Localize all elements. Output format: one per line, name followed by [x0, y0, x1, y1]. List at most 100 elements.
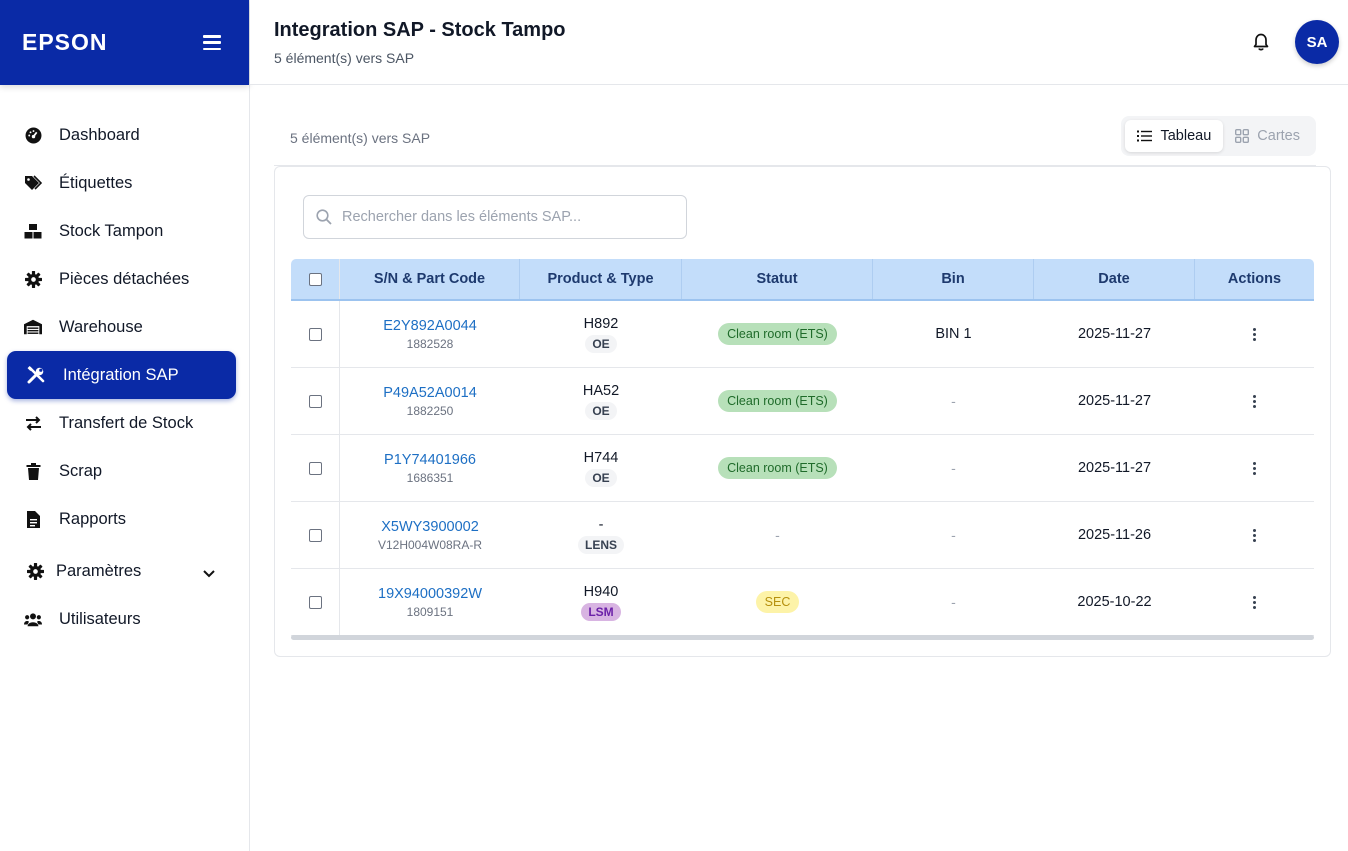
sn-cell: 19X94000392W 1809151: [340, 569, 520, 635]
type-badge: OE: [585, 468, 617, 487]
sidebar-item-label: Warehouse: [59, 317, 143, 336]
status-cell: -: [775, 527, 780, 543]
user-avatar[interactable]: SA: [1295, 20, 1339, 64]
row-checkbox[interactable]: [308, 394, 322, 408]
status-cell: Clean room (ETS): [682, 301, 873, 367]
sidebar-item-integration-sap[interactable]: Intégration SAP: [7, 351, 236, 399]
row-checkbox[interactable]: [308, 461, 322, 475]
gear-icon: [26, 562, 44, 580]
sidebar-item-label: Étiquettes: [59, 173, 133, 192]
table-row: X5WY3900002 V12H004W08RA-R - LENS - - 20…: [291, 502, 1314, 569]
type-badge: OE: [585, 334, 617, 353]
sidebar-item-stock-tampon[interactable]: Stock Tampon: [0, 207, 249, 255]
horizontal-scrollbar[interactable]: [291, 635, 1314, 640]
bin-cell: -: [951, 460, 956, 476]
sap-items-card: S/N & Part Code Product & Type Statut Bi…: [274, 166, 1331, 657]
sidebar-item-label: Stock Tampon: [59, 221, 164, 240]
sidebar-item-label: Paramètres: [56, 561, 142, 580]
serial-number-link[interactable]: P1Y74401966: [384, 452, 476, 468]
bell-icon[interactable]: [1251, 32, 1271, 52]
view-toggle: Tableau Cartes: [1121, 116, 1316, 156]
sidebar-item-parametres[interactable]: Paramètres: [0, 547, 249, 595]
sidebar-item-utilisateurs[interactable]: Utilisateurs: [0, 595, 249, 643]
more-actions-icon[interactable]: [1253, 327, 1256, 341]
sap-table: S/N & Part Code Product & Type Statut Bi…: [291, 259, 1314, 640]
product-cell: HA52 OE: [520, 368, 682, 434]
more-actions-icon[interactable]: [1253, 394, 1256, 408]
sidebar-item-label: Rapports: [59, 509, 126, 528]
row-select-cell: [291, 569, 340, 635]
sidebar-item-warehouse[interactable]: Warehouse: [0, 303, 249, 351]
more-actions-icon[interactable]: [1253, 461, 1256, 475]
sidebar-item-label: Pièces détachées: [59, 269, 190, 288]
sidebar-item-dashboard[interactable]: Dashboard: [0, 111, 249, 159]
warehouse-icon: [24, 318, 42, 336]
sidebar-item-rapports[interactable]: Rapports: [0, 495, 249, 543]
sidebar-nav: Dashboard Étiquettes Stock Tampon Pièces…: [0, 85, 249, 643]
bin-cell: -: [951, 594, 956, 610]
product-name: H744: [583, 449, 619, 466]
product-cell: H744 OE: [520, 435, 682, 501]
item-count: 5 élément(s) vers SAP: [290, 130, 431, 146]
sidebar-item-pieces-detachees[interactable]: Pièces détachées: [0, 255, 249, 303]
part-code: 1882250: [406, 403, 454, 418]
sidebar: EPSON Dashboard Étiquettes Stock Tampon: [0, 0, 250, 851]
status-badge: SEC: [755, 591, 800, 613]
view-cards-label: Cartes: [1257, 128, 1300, 144]
grid-icon: [1235, 129, 1250, 143]
sidebar-item-label: Scrap: [59, 461, 103, 480]
view-table-button[interactable]: Tableau: [1125, 120, 1224, 152]
column-header[interactable]: S/N & Part Code: [340, 259, 520, 299]
part-code: 1686351: [406, 470, 454, 485]
product-cell: H892 OE: [520, 301, 682, 367]
column-header[interactable]: Statut: [682, 259, 873, 299]
status-badge: Clean room (ETS): [718, 457, 837, 479]
serial-number-link[interactable]: E2Y892A0044: [383, 318, 477, 334]
sn-cell: P1Y74401966 1686351: [340, 435, 520, 501]
status-badge: Clean room (ETS): [718, 323, 837, 345]
row-checkbox[interactable]: [308, 595, 322, 609]
status-cell: Clean room (ETS): [682, 435, 873, 501]
column-header[interactable]: Date: [1034, 259, 1195, 299]
more-actions-icon[interactable]: [1253, 595, 1256, 609]
column-header[interactable]: Actions: [1195, 259, 1314, 299]
sn-cell: X5WY3900002 V12H004W08RA-R: [340, 502, 520, 568]
view-table-label: Tableau: [1160, 128, 1212, 144]
list-icon: [1137, 130, 1153, 142]
date-cell: 2025-10-22: [1077, 594, 1152, 610]
sidebar-item-label: Transfert de Stock: [59, 413, 194, 432]
column-header[interactable]: Bin: [873, 259, 1034, 299]
search-input[interactable]: [342, 209, 672, 225]
serial-number-link[interactable]: 19X94000392W: [378, 586, 482, 602]
tags-icon: [24, 174, 42, 192]
document-icon: [24, 510, 42, 528]
actions-cell: [1195, 368, 1314, 434]
dashboard-gauge-icon: [24, 126, 42, 144]
date-cell: 2025-11-26: [1077, 527, 1152, 543]
transfer-arrows-icon: [24, 414, 42, 432]
gear-icon: [24, 270, 42, 288]
sidebar-item-transfert-stock[interactable]: Transfert de Stock: [0, 399, 249, 447]
sidebar-item-etiquettes[interactable]: Étiquettes: [0, 159, 249, 207]
sn-cell: P49A52A0014 1882250: [340, 368, 520, 434]
select-all-checkbox[interactable]: [308, 272, 322, 286]
chevron-down-icon[interactable]: [203, 564, 215, 583]
epson-logo: EPSON: [22, 29, 108, 55]
select-all-cell: [291, 259, 340, 299]
serial-number-link[interactable]: P49A52A0014: [383, 385, 477, 401]
part-code: 1809151: [406, 604, 454, 619]
product-name: H892: [583, 315, 619, 332]
menu-toggle-icon[interactable]: [203, 35, 221, 50]
date-cell: 2025-11-27: [1077, 393, 1152, 409]
column-header[interactable]: Product & Type: [520, 259, 682, 299]
users-icon: [24, 610, 42, 628]
more-actions-icon[interactable]: [1253, 528, 1256, 542]
row-checkbox[interactable]: [308, 528, 322, 542]
view-cards-button[interactable]: Cartes: [1223, 120, 1312, 152]
type-badge: OE: [585, 401, 617, 420]
row-checkbox[interactable]: [308, 327, 322, 341]
row-select-cell: [291, 368, 340, 434]
product-name: -: [598, 516, 604, 533]
serial-number-link[interactable]: X5WY3900002: [381, 519, 479, 535]
sidebar-item-scrap[interactable]: Scrap: [0, 447, 249, 495]
